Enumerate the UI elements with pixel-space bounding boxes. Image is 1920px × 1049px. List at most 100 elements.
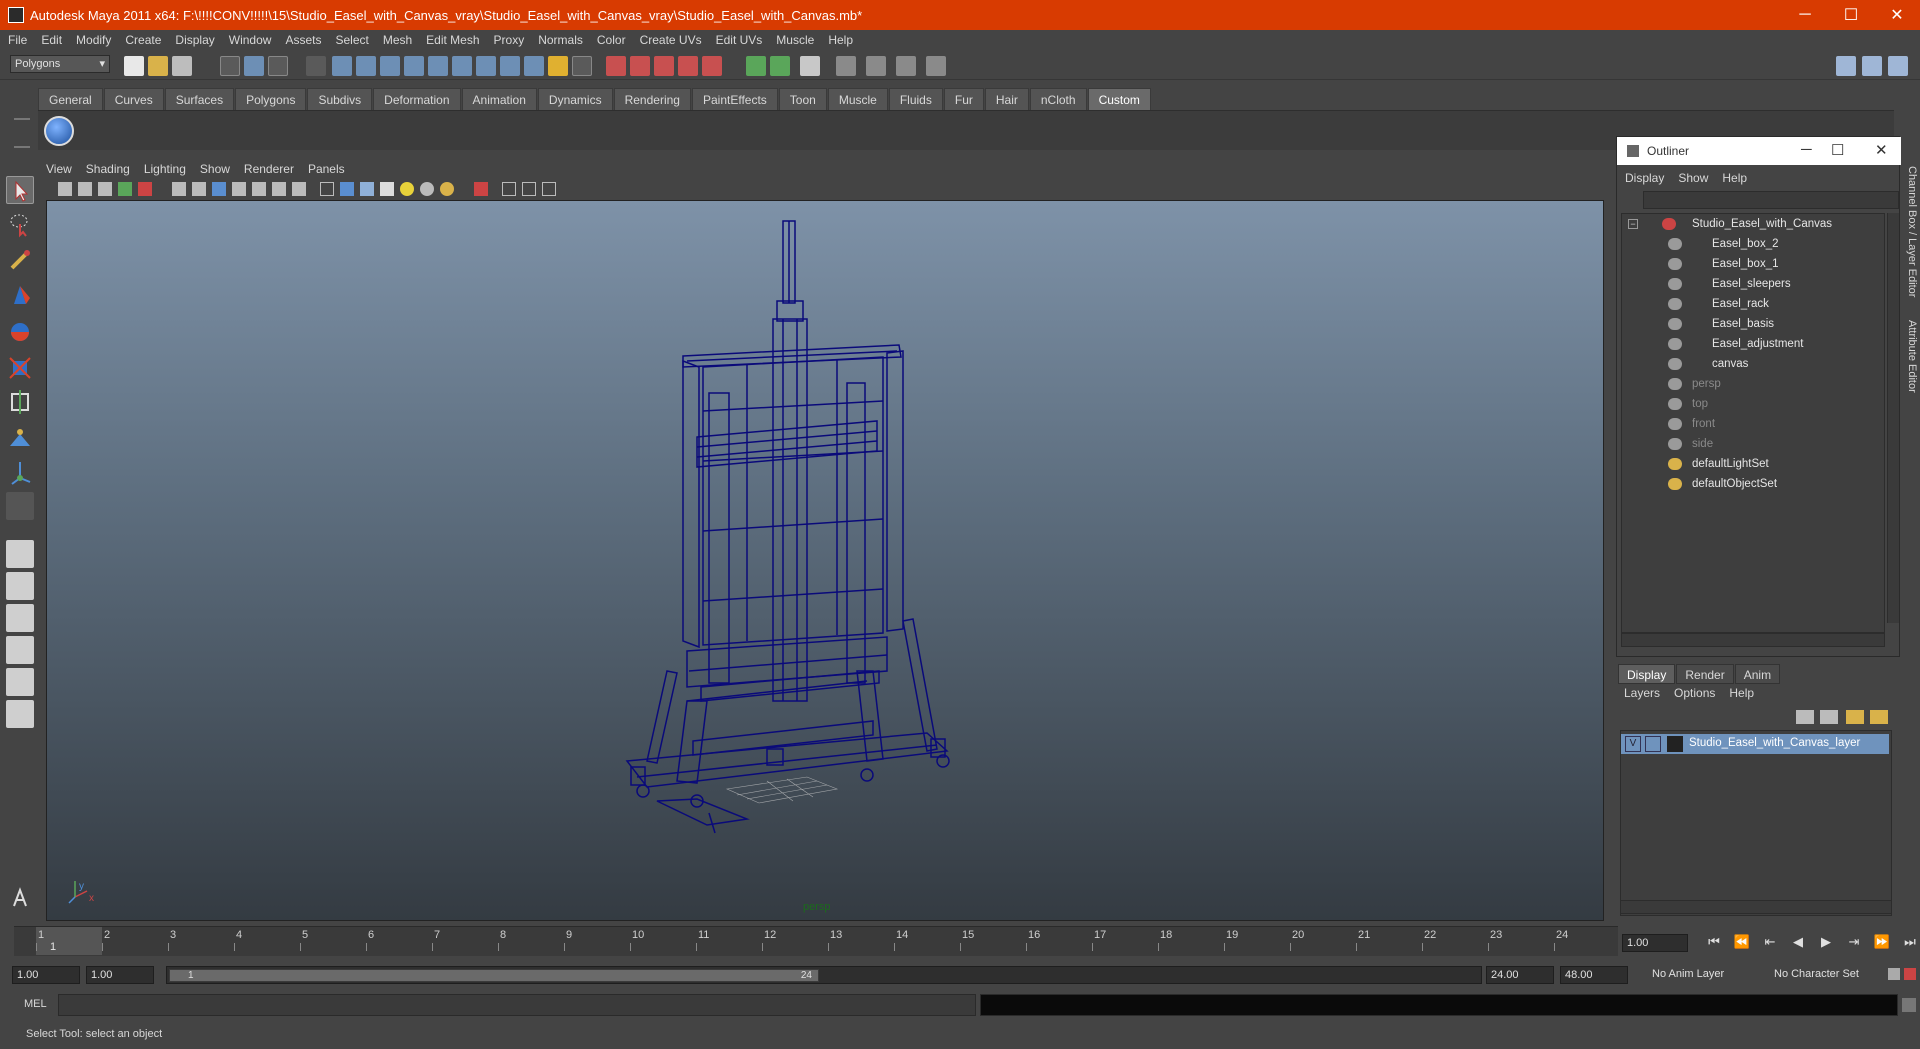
layout-persp-graph-icon[interactable]	[6, 636, 34, 664]
show-tool-settings-icon[interactable]	[1862, 56, 1882, 76]
play-forward-button[interactable]: ▶	[1812, 934, 1840, 950]
shelf-tab-hair[interactable]: Hair	[984, 88, 1029, 110]
camera-select-icon[interactable]	[58, 182, 72, 196]
new-layer-from-selected-icon[interactable]	[1820, 710, 1838, 724]
collapse-toggle-icon[interactable]: −	[1628, 219, 1638, 229]
save-scene-icon[interactable]	[172, 56, 192, 76]
panel-menu-renderer[interactable]: Renderer	[244, 160, 294, 178]
shadows-icon[interactable]	[440, 182, 454, 196]
step-forward-key-button[interactable]: ⏩	[1868, 934, 1896, 950]
use-all-lights-icon[interactable]	[420, 182, 434, 196]
snap-to-points-icon[interactable]	[654, 56, 674, 76]
time-slider[interactable]: 1 1 2 3 4 5 6 7 8 9 10 11 12 13 14 15 16 17 18 19 20 21 22 23 2…	[14, 926, 1618, 956]
select-by-object-icon[interactable]	[244, 56, 264, 76]
layer-horizontal-scrollbar[interactable]	[1620, 900, 1892, 914]
outliner-close-button[interactable]: ✕	[1875, 141, 1888, 159]
layer-display-type-toggle[interactable]	[1645, 736, 1661, 752]
new-scene-icon[interactable]	[124, 56, 144, 76]
outliner-item-default-object-set[interactable]: defaultObjectSet	[1668, 474, 1777, 494]
script-editor-icon[interactable]	[1902, 998, 1916, 1012]
shelf-tab-surfaces[interactable]: Surfaces	[164, 88, 235, 110]
outliner-horizontal-scrollbar[interactable]	[1621, 633, 1885, 647]
menu-assets[interactable]: Assets	[285, 33, 321, 47]
scale-tool-icon[interactable]	[6, 354, 34, 382]
shelf-tab-animation[interactable]: Animation	[461, 88, 537, 110]
render-view-icon[interactable]	[800, 56, 820, 76]
shelf-tab-toon[interactable]: Toon	[778, 88, 827, 110]
shelf-tab-ncloth[interactable]: nCloth	[1029, 88, 1087, 110]
outliner-item-easel-box-1[interactable]: Easel_box_1	[1668, 254, 1779, 274]
outliner-minimize-button[interactable]: ─	[1801, 141, 1812, 158]
outliner-item-easel-box-2[interactable]: Easel_box_2	[1668, 234, 1779, 254]
menu-create[interactable]: Create	[125, 33, 161, 47]
layout-single-pane-icon[interactable]	[6, 540, 34, 568]
textured-icon[interactable]	[380, 182, 394, 196]
hypershade-icon[interactable]	[926, 56, 946, 76]
layout-outliner-icon[interactable]	[6, 700, 34, 728]
outliner-maximize-button[interactable]: ☐	[1831, 141, 1844, 159]
smooth-shade-icon[interactable]	[340, 182, 354, 196]
current-time-field[interactable]: 1.00	[1622, 934, 1688, 952]
menu-set-dropdown[interactable]: Polygons	[10, 55, 110, 73]
snap-to-view-planes-icon[interactable]	[678, 56, 698, 76]
go-to-end-button[interactable]: ⏭	[1896, 934, 1920, 950]
shelf-tab-fluids[interactable]: Fluids	[888, 88, 943, 110]
show-manipulator-icon[interactable]	[6, 458, 34, 486]
input-output-icon[interactable]	[770, 56, 790, 76]
camera-attributes-icon[interactable]	[78, 182, 92, 196]
menu-create-uvs[interactable]: Create UVs	[640, 33, 702, 47]
snap-to-curves-icon[interactable]	[630, 56, 650, 76]
soft-mod-tool-icon[interactable]	[6, 424, 34, 452]
auto-key-icon[interactable]	[1888, 968, 1900, 980]
shelf-tab-painteffects[interactable]: PaintEffects	[691, 88, 778, 110]
layout-two-pane-icon[interactable]	[6, 604, 34, 632]
end-time-field[interactable]: 48.00	[1560, 966, 1628, 984]
menu-muscle[interactable]: Muscle	[776, 33, 814, 47]
layer-menu-options[interactable]: Options	[1674, 686, 1715, 700]
menu-edit-uvs[interactable]: Edit UVs	[716, 33, 763, 47]
shelf-tab-custom[interactable]: Custom	[1087, 88, 1151, 110]
move-layer-down-icon[interactable]	[1870, 710, 1888, 724]
isolate-select-icon[interactable]	[474, 182, 488, 196]
start-time-field[interactable]: 1.00	[12, 966, 80, 984]
select-handles-icon[interactable]	[332, 56, 352, 76]
outliner-item-persp[interactable]: persp	[1668, 374, 1721, 394]
layer-tab-render[interactable]: Render	[1676, 664, 1734, 684]
character-set-dropdown[interactable]: No Character Set	[1770, 966, 1884, 984]
lasso-tool-icon[interactable]	[6, 210, 34, 238]
new-layer-icon[interactable]	[1796, 710, 1814, 724]
open-scene-icon[interactable]	[148, 56, 168, 76]
show-channel-box-icon[interactable]	[1888, 56, 1908, 76]
render-settings-icon[interactable]	[896, 56, 916, 76]
menu-file[interactable]: File	[8, 33, 27, 47]
layer-color-swatch-icon[interactable]	[1667, 736, 1683, 752]
wireframe-shading-icon[interactable]	[320, 182, 334, 196]
lock-selection-icon[interactable]	[548, 56, 568, 76]
shelf-tab-deformation[interactable]: Deformation	[373, 88, 461, 110]
shelf-tab-polygons[interactable]: Polygons	[235, 88, 307, 110]
step-back-key-button[interactable]: ⏪	[1728, 934, 1756, 950]
move-tool-icon[interactable]	[6, 282, 34, 310]
perspective-viewport[interactable]: persp y x	[46, 200, 1604, 921]
make-live-icon[interactable]	[702, 56, 722, 76]
safe-action-icon[interactable]	[272, 182, 286, 196]
layout-expand-icon[interactable]	[6, 734, 34, 748]
shelf-tab-dynamics[interactable]: Dynamics	[537, 88, 613, 110]
rotate-tool-icon[interactable]	[6, 318, 34, 346]
panel-menu-lighting[interactable]: Lighting	[144, 160, 186, 178]
shelf-tab-curves[interactable]: Curves	[103, 88, 164, 110]
select-tool-icon[interactable]	[6, 176, 34, 204]
current-frame-marker[interactable]: 1	[36, 927, 102, 955]
layer-menu-help[interactable]: Help	[1729, 686, 1754, 700]
anim-layer-dropdown[interactable]: No Anim Layer	[1648, 966, 1754, 984]
menu-display[interactable]: Display	[175, 33, 214, 47]
outliner-menu-display[interactable]: Display	[1625, 171, 1664, 185]
resolution-gate-icon[interactable]	[212, 182, 226, 196]
select-by-component-icon[interactable]	[268, 56, 288, 76]
outliner-menu-show[interactable]: Show	[1678, 171, 1708, 185]
range-slider-thumb[interactable]: 1 24	[169, 969, 819, 982]
outliner-item-front[interactable]: front	[1668, 414, 1715, 434]
close-button[interactable]: ✕	[1874, 0, 1920, 30]
menu-edit-mesh[interactable]: Edit Mesh	[426, 33, 479, 47]
quick-layout-icon[interactable]	[6, 884, 34, 912]
